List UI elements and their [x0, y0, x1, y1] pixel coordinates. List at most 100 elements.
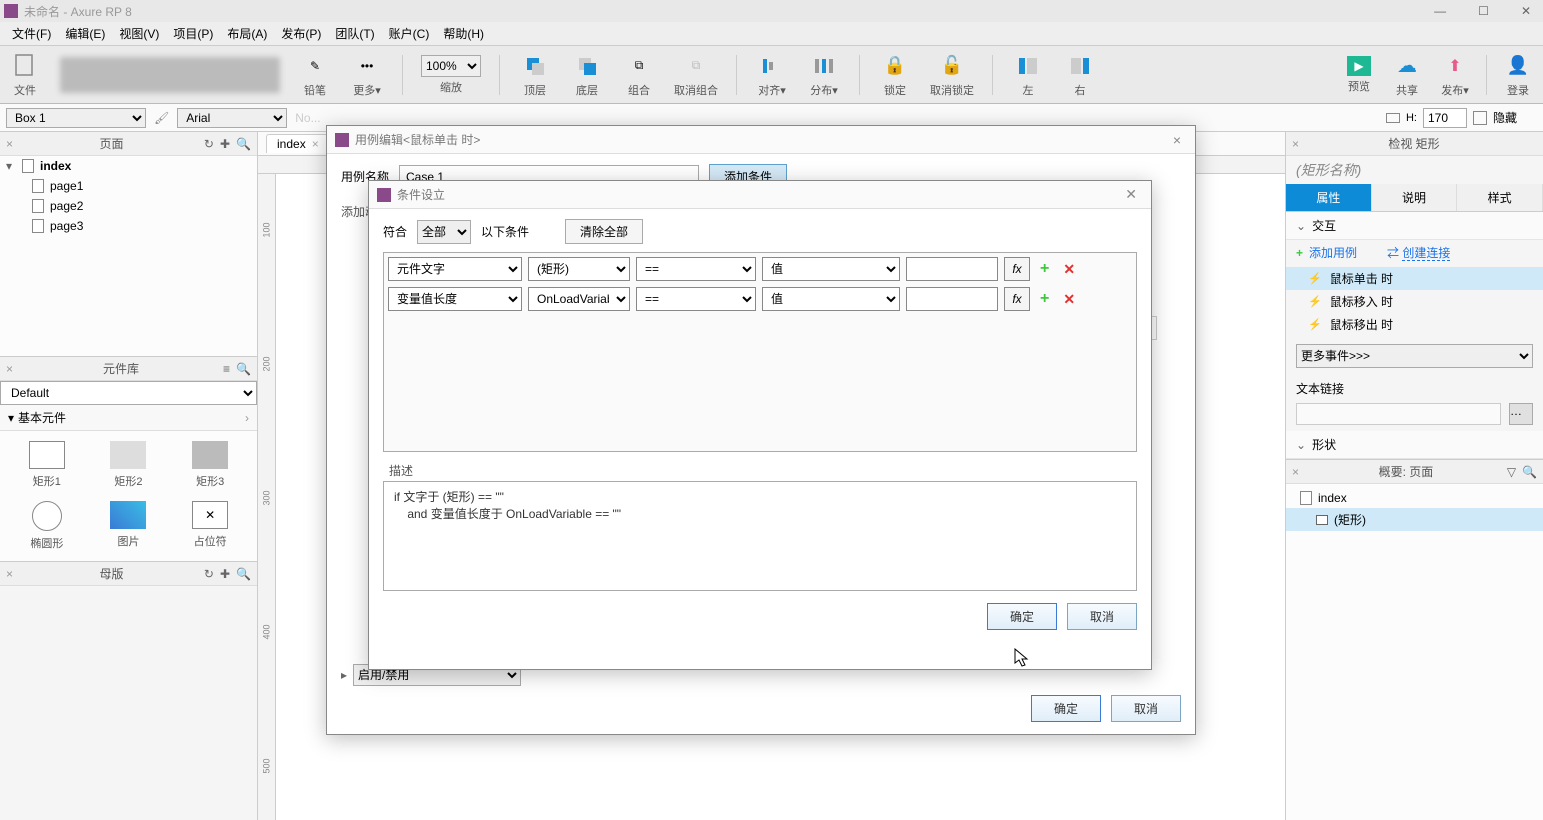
panel-close-icon[interactable]: ×: [6, 137, 13, 151]
menu-help[interactable]: 帮助(H): [437, 23, 490, 44]
case-dialog-titlebar[interactable]: 用例编辑<鼠标单击 时> ×: [327, 126, 1195, 154]
cond-type-select[interactable]: 变量值长度: [388, 287, 522, 311]
add-row-icon[interactable]: +: [1036, 260, 1053, 278]
height-input[interactable]: [1423, 108, 1467, 128]
cond-value-input[interactable]: [906, 257, 998, 281]
tb-ungroup[interactable]: ⧉取消组合: [674, 52, 718, 98]
menu-view[interactable]: 视图(V): [113, 23, 165, 44]
case-cancel-button[interactable]: 取消: [1111, 695, 1181, 722]
tab-style[interactable]: 样式: [1457, 184, 1543, 211]
lib-rect1[interactable]: 矩形1: [10, 441, 84, 489]
menu-layout[interactable]: 布局(A): [221, 23, 273, 44]
lib-image[interactable]: 图片: [92, 501, 166, 551]
tb-preview[interactable]: ▶预览: [1342, 56, 1376, 94]
tb-unlock[interactable]: 🔓取消锁定: [930, 52, 974, 98]
search-icon[interactable]: 🔍: [236, 567, 251, 581]
close-tab-icon[interactable]: ×: [312, 137, 319, 151]
tb-left[interactable]: 左: [1011, 52, 1045, 98]
text-link-input[interactable]: [1296, 403, 1501, 425]
tab-properties[interactable]: 属性: [1286, 184, 1372, 211]
maximize-button[interactable]: ☐: [1470, 4, 1497, 18]
outline-shape-item[interactable]: (矩形): [1286, 508, 1543, 531]
fx-button[interactable]: fx: [1004, 257, 1030, 281]
dialog-close-icon[interactable]: ×: [1167, 132, 1187, 148]
event-onmouseleave[interactable]: ⚡鼠标移出 时: [1286, 313, 1543, 336]
panel-close-icon[interactable]: ×: [1292, 137, 1299, 151]
menu-team[interactable]: 团队(T): [329, 23, 380, 44]
panel-close-icon[interactable]: ×: [6, 362, 13, 376]
minimize-button[interactable]: —: [1426, 4, 1454, 18]
condition-dialog-titlebar[interactable]: 条件设立 ✕: [369, 181, 1151, 209]
add-case-link[interactable]: +添加用例: [1296, 244, 1357, 261]
cond-type-select[interactable]: 元件文字: [388, 257, 522, 281]
canvas-tab[interactable]: index×: [266, 134, 330, 153]
page-tree-item[interactable]: page2: [0, 196, 257, 216]
cond-operator-select[interactable]: ==: [636, 257, 756, 281]
delete-row-icon[interactable]: ✕: [1059, 291, 1079, 308]
paint-format-icon[interactable]: 🖌: [154, 111, 169, 125]
lib-rect2[interactable]: 矩形2: [92, 441, 166, 489]
section-interactions[interactable]: ⌄交互: [1286, 212, 1543, 240]
tb-lock[interactable]: 🔒锁定: [878, 52, 912, 98]
tb-pencil[interactable]: ✎ 铅笔: [298, 52, 332, 98]
tb-share[interactable]: ☁共享: [1390, 52, 1424, 98]
search-icon[interactable]: 🔍: [1522, 465, 1537, 479]
menu-edit[interactable]: 编辑(E): [59, 23, 111, 44]
menu-file[interactable]: 文件(F): [6, 23, 57, 44]
outline-page-item[interactable]: index: [1286, 488, 1543, 508]
menu-publish[interactable]: 发布(P): [275, 23, 327, 44]
search-icon[interactable]: 🔍: [236, 362, 251, 376]
more-events-select[interactable]: 更多事件>>>: [1296, 344, 1533, 368]
fx-button[interactable]: fx: [1004, 287, 1030, 311]
menu-icon[interactable]: ≡: [223, 362, 230, 376]
event-onclick[interactable]: ⚡鼠标单击 时: [1286, 267, 1543, 290]
reload-icon[interactable]: ↻: [204, 567, 214, 581]
tb-back[interactable]: 底层: [570, 52, 604, 98]
library-select[interactable]: Default: [0, 381, 257, 405]
tb-more[interactable]: ••• 更多▾: [350, 52, 384, 98]
filter-icon[interactable]: ▽: [1507, 465, 1516, 479]
cond-widget-select[interactable]: OnLoadVariable: [528, 287, 630, 311]
cond-ok-button[interactable]: 确定: [987, 603, 1057, 630]
menu-account[interactable]: 账户(C): [383, 23, 436, 44]
shape-name-field[interactable]: (矩形名称): [1286, 156, 1543, 184]
library-group-header[interactable]: ▾基本元件›: [0, 405, 257, 431]
tb-align[interactable]: 对齐▾: [755, 52, 789, 98]
case-ok-button[interactable]: 确定: [1031, 695, 1101, 722]
section-shape[interactable]: ⌄形状: [1286, 431, 1543, 459]
cond-widget-select[interactable]: (矩形): [528, 257, 630, 281]
tb-group[interactable]: ⧉组合: [622, 52, 656, 98]
tb-front[interactable]: 顶层: [518, 52, 552, 98]
reload-icon[interactable]: ↻: [204, 137, 214, 151]
tb-file[interactable]: 文件: [8, 52, 42, 98]
add-page-icon[interactable]: ✚: [220, 137, 230, 151]
dialog-close-icon[interactable]: ✕: [1119, 186, 1143, 203]
menu-project[interactable]: 项目(P): [167, 23, 219, 44]
cond-operator-select[interactable]: ==: [636, 287, 756, 311]
font-select[interactable]: Arial: [177, 108, 287, 128]
text-link-button[interactable]: …: [1509, 403, 1533, 425]
page-tree-item[interactable]: page1: [0, 176, 257, 196]
tb-publish[interactable]: ⬆发布▾: [1438, 52, 1472, 98]
create-link-link[interactable]: ⇄ 创建连接: [1387, 244, 1450, 261]
clear-all-button[interactable]: 清除全部: [565, 219, 643, 244]
panel-close-icon[interactable]: ×: [6, 567, 13, 581]
lib-placeholder[interactable]: ✕占位符: [173, 501, 247, 551]
event-onmouseenter[interactable]: ⚡鼠标移入 时: [1286, 290, 1543, 313]
search-icon[interactable]: 🔍: [236, 137, 251, 151]
lib-rect3[interactable]: 矩形3: [173, 441, 247, 489]
page-tree-root[interactable]: ▾index: [0, 156, 257, 176]
cond-valuetype-select[interactable]: 值: [762, 257, 900, 281]
tab-notes[interactable]: 说明: [1372, 184, 1458, 211]
delete-row-icon[interactable]: ✕: [1059, 261, 1079, 278]
tb-login[interactable]: 👤登录: [1501, 52, 1535, 98]
page-tree-item[interactable]: page3: [0, 216, 257, 236]
lib-ellipse[interactable]: 椭圆形: [10, 501, 84, 551]
close-button[interactable]: ✕: [1513, 4, 1539, 18]
widget-type-select[interactable]: Box 1: [6, 108, 146, 128]
match-mode-select[interactable]: 全部: [417, 220, 471, 244]
tb-right[interactable]: 右: [1063, 52, 1097, 98]
cond-value-input[interactable]: [906, 287, 998, 311]
tb-distribute[interactable]: 分布▾: [807, 52, 841, 98]
hide-checkbox[interactable]: [1473, 111, 1487, 125]
